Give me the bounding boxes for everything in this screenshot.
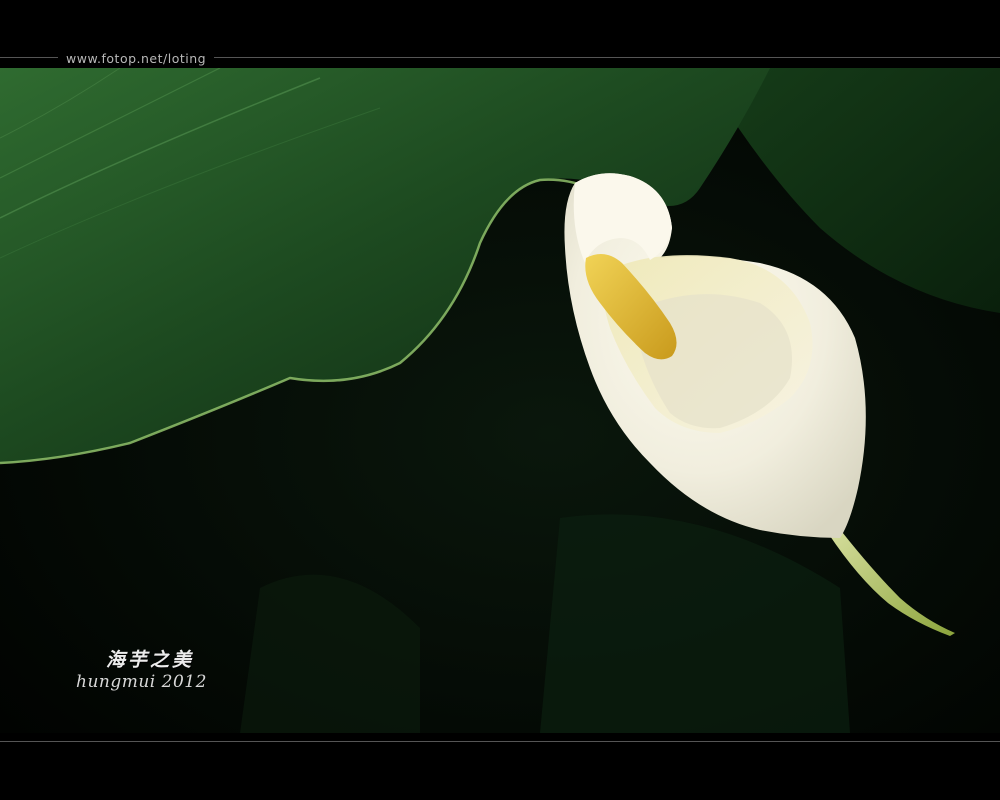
watermark-url-box: www.fotop.net/loting bbox=[58, 48, 215, 66]
calla-lily-photo bbox=[0, 68, 1000, 733]
bottom-rule bbox=[0, 741, 1000, 742]
signature-english: hungmui 2012 bbox=[76, 672, 207, 692]
photo bbox=[0, 68, 1000, 733]
signature-chinese: 海芋之美 bbox=[106, 649, 195, 671]
site-url: www.fotop.net/loting bbox=[66, 51, 207, 66]
